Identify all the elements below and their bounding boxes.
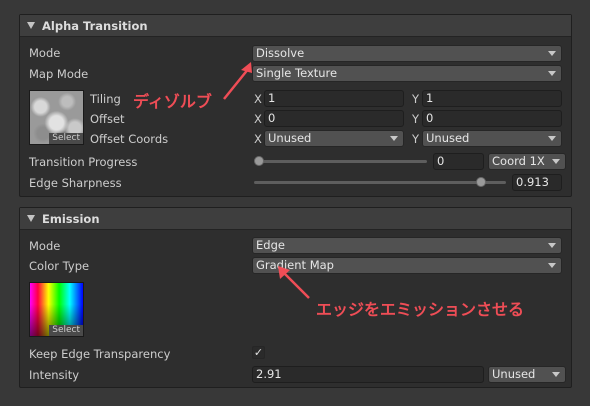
tiling-x-axis: X <box>254 92 262 106</box>
offset-coords-y-value: Unused <box>426 131 470 145</box>
intensity-coord-value: Unused <box>492 367 536 381</box>
offset-label: Offset <box>90 112 125 126</box>
map-mode-dropdown[interactable]: Single Texture <box>252 65 562 82</box>
offset-y-axis: Y <box>412 112 420 126</box>
color-type-value: Gradient Map <box>256 258 334 272</box>
emission-mode-label: Mode <box>29 239 61 253</box>
chevron-down-icon <box>548 263 556 268</box>
chevron-down-icon <box>548 136 556 141</box>
emission-mode-value: Edge <box>256 238 285 252</box>
foldout-arrow-icon[interactable] <box>27 22 35 29</box>
offset-y-field[interactable]: 0 <box>422 110 562 127</box>
check-icon: ✓ <box>253 346 264 359</box>
chevron-down-icon <box>552 372 560 377</box>
tiling-y-field[interactable]: 1 <box>422 90 562 107</box>
edge-sharpness-slider[interactable] <box>254 181 506 184</box>
intensity-coord-dropdown[interactable]: Unused <box>488 366 566 383</box>
emission-mode-dropdown[interactable]: Edge <box>252 237 562 254</box>
offset-x-axis: X <box>254 112 262 126</box>
offset-coords-x-dropdown[interactable]: Unused <box>264 130 404 147</box>
foldout-arrow-icon[interactable] <box>27 215 35 222</box>
offset-coords-label: Offset Coords <box>90 132 169 146</box>
color-type-label: Color Type <box>29 259 90 273</box>
gradient-texture-slot[interactable]: Select <box>29 282 84 337</box>
texture-select-button[interactable]: Select <box>49 133 83 144</box>
progress-coord-value: Coord 1X <box>492 154 545 168</box>
intensity-label: Intensity <box>29 368 80 382</box>
chevron-down-icon <box>548 71 556 76</box>
map-mode-label: Map Mode <box>29 67 89 81</box>
chevron-down-icon <box>548 51 556 56</box>
emission-annotation: エッジをエミッションさせる <box>316 300 525 319</box>
transition-progress-field[interactable]: 0 <box>433 153 484 170</box>
chevron-down-icon <box>552 159 560 164</box>
map-mode-value: Single Texture <box>256 66 338 80</box>
transition-progress-handle[interactable] <box>254 156 264 166</box>
chevron-down-icon <box>390 136 398 141</box>
tiling-x-field[interactable]: 1 <box>264 90 404 107</box>
edge-sharpness-label: Edge Sharpness <box>29 176 122 190</box>
intensity-field[interactable]: 2.91 <box>252 366 484 383</box>
alpha-mode-value: Dissolve <box>256 46 305 60</box>
emission-title: Emission <box>42 211 100 226</box>
offset-coords-y-axis: Y <box>412 132 420 146</box>
offset-coords-y-dropdown[interactable]: Unused <box>422 130 562 147</box>
alpha-transition-header[interactable]: Alpha Transition <box>20 15 571 37</box>
alpha-transition-title: Alpha Transition <box>42 18 148 33</box>
alpha-mode-label: Mode <box>29 46 61 60</box>
edge-sharpness-field[interactable]: 0.913 <box>512 174 562 191</box>
texture-select-button[interactable]: Select <box>49 325 83 336</box>
chevron-down-icon <box>548 243 556 248</box>
alpha-mode-dropdown[interactable]: Dissolve <box>252 45 562 62</box>
dissolve-annotation: ディゾルブ <box>133 92 212 111</box>
keep-edge-transparency-checkbox[interactable]: ✓ <box>252 346 265 359</box>
color-type-dropdown[interactable]: Gradient Map <box>252 257 562 274</box>
alpha-texture-slot[interactable]: Select <box>29 90 84 145</box>
progress-coord-dropdown[interactable]: Coord 1X <box>488 153 566 170</box>
emission-header[interactable]: Emission <box>20 208 571 230</box>
transition-progress-label: Transition Progress <box>29 155 138 169</box>
offset-x-field[interactable]: 0 <box>264 110 404 127</box>
keep-edge-transparency-label: Keep Edge Transparency <box>29 347 171 361</box>
tiling-label: Tiling <box>90 92 121 106</box>
tiling-y-axis: Y <box>412 92 420 106</box>
offset-coords-x-axis: X <box>254 132 262 146</box>
transition-progress-slider[interactable] <box>259 160 427 163</box>
offset-coords-x-value: Unused <box>268 131 312 145</box>
